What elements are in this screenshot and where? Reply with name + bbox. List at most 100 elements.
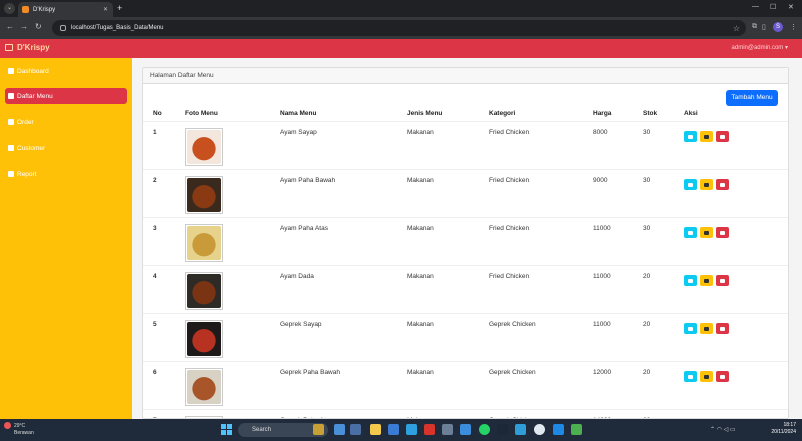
vscode-icon[interactable] xyxy=(553,424,564,435)
whatsapp-icon[interactable] xyxy=(479,424,490,435)
col-header-foto: Foto Menu xyxy=(185,110,218,117)
explorer-icon[interactable] xyxy=(350,424,361,435)
delete-button[interactable] xyxy=(716,275,729,286)
address-bar[interactable]: localhost/Tugas_Basis_Data/Menu ☆ xyxy=(52,20,746,36)
view-button[interactable] xyxy=(684,227,697,238)
edge-icon[interactable] xyxy=(406,424,417,435)
delete-button[interactable] xyxy=(716,131,729,142)
edit-button[interactable] xyxy=(700,179,713,190)
delete-button[interactable] xyxy=(716,371,729,382)
profile-avatar[interactable]: S xyxy=(773,22,783,32)
sidebar-item-customer[interactable]: Customer xyxy=(5,140,127,156)
clock[interactable]: 18:17 20/11/2024 xyxy=(758,422,796,436)
delete-button[interactable] xyxy=(716,179,729,190)
food-image xyxy=(187,322,221,356)
sidebar-item-report[interactable]: Report xyxy=(5,166,127,182)
user-dropdown[interactable]: admin@admin.com ▾ xyxy=(732,44,788,51)
file-manager-icon[interactable] xyxy=(370,424,381,435)
maximize-icon[interactable]: ☐ xyxy=(770,3,776,11)
favicon-icon xyxy=(22,6,29,13)
camera-icon[interactable] xyxy=(442,424,453,435)
user-email: admin@admin.com xyxy=(731,45,784,51)
menu-name: Geprek Sayap xyxy=(280,321,322,328)
eye-icon xyxy=(688,182,693,187)
chrome-icon[interactable] xyxy=(534,424,545,435)
task-view-icon[interactable] xyxy=(334,424,345,435)
windows-start-icon[interactable] xyxy=(221,424,232,435)
view-button[interactable] xyxy=(684,131,697,142)
menu-price: 8000 xyxy=(593,129,608,136)
weather-icon xyxy=(4,422,11,429)
tab-title: D'Krispy xyxy=(33,6,56,13)
app-green-icon[interactable] xyxy=(571,424,582,435)
menu-price: 11000 xyxy=(593,273,611,280)
window-close-icon[interactable]: ✕ xyxy=(788,3,794,11)
tab-search-icon[interactable]: ⌄ xyxy=(4,3,15,14)
sidepanel-icon[interactable]: ▯ xyxy=(762,23,766,31)
steam-icon[interactable] xyxy=(497,424,508,435)
browser-toolbar: ← → ↻ localhost/Tugas_Basis_Data/Menu ☆ … xyxy=(0,17,802,39)
app-header: D'Krispy admin@admin.com ▾ xyxy=(0,39,802,58)
view-button[interactable] xyxy=(684,371,697,382)
forward-icon[interactable]: → xyxy=(20,22,28,31)
col-header-stok: Stok xyxy=(643,110,658,117)
sidebar-item-order[interactable]: Order xyxy=(5,114,127,130)
menu-stock: 30 xyxy=(643,225,651,232)
view-button[interactable] xyxy=(684,179,697,190)
menu-photo xyxy=(185,368,223,406)
bookmark-star-icon[interactable]: ☆ xyxy=(733,24,740,33)
edit-button[interactable] xyxy=(700,323,713,334)
close-tab-icon[interactable]: ✕ xyxy=(103,6,108,13)
table-row: 6 Geprek Paha Bawah Makanan Geprek Chicken 1… xyxy=(143,361,788,409)
site-info-icon[interactable] xyxy=(60,25,66,31)
back-icon[interactable]: ← xyxy=(6,22,14,31)
table-row: 4 Ayam Dada Makanan Fried Chicken 11000 20 xyxy=(143,265,788,313)
col-header-kategori: Kategori xyxy=(489,110,516,117)
edit-button[interactable] xyxy=(700,227,713,238)
view-button[interactable] xyxy=(684,275,697,286)
menu-name: Geprek Paha Bawah xyxy=(280,369,340,376)
wifi-icon[interactable]: ◠ xyxy=(717,427,722,433)
mail-icon[interactable] xyxy=(388,424,399,435)
table-row: 3 Ayam Paha Atas Makanan Fried Chicken 11000… xyxy=(143,217,788,265)
widget-pack-icon[interactable] xyxy=(313,424,324,435)
chevron-up-icon[interactable]: ⌃ xyxy=(710,427,715,433)
add-menu-button[interactable]: Tambah Menu xyxy=(726,90,778,106)
view-button[interactable] xyxy=(684,323,697,334)
edit-button[interactable] xyxy=(700,371,713,382)
delete-button[interactable] xyxy=(716,227,729,238)
reload-icon[interactable]: ↻ xyxy=(35,22,42,31)
new-tab-icon[interactable]: + xyxy=(117,3,122,13)
menu-name: Ayam Dada xyxy=(280,273,314,280)
menu-type: Makanan xyxy=(407,177,434,184)
report-icon xyxy=(8,171,14,177)
brand[interactable]: D'Krispy xyxy=(5,43,50,52)
sidebar-item-label: Report xyxy=(17,170,37,178)
extensions-icon[interactable]: ⧉ xyxy=(752,23,757,31)
sidebar-item-daftar-menu[interactable]: Daftar Menu xyxy=(5,88,127,104)
menu-stock: 20 xyxy=(643,369,651,376)
col-header-no: No xyxy=(153,110,162,117)
sidebar-item-dashboard[interactable]: Dashboard xyxy=(5,63,127,79)
edit-button[interactable] xyxy=(700,275,713,286)
volume-icon[interactable]: ◁ xyxy=(724,427,729,433)
menu-name: Ayam Sayap xyxy=(280,129,317,136)
battery-icon[interactable]: ▭ xyxy=(730,427,736,433)
delete-button[interactable] xyxy=(716,323,729,334)
system-tray[interactable]: ⌃ ◠ ◁ ▭ xyxy=(710,426,736,433)
weather-widget[interactable]: 29°C Berawan xyxy=(4,422,34,437)
no: 3 xyxy=(153,225,157,232)
app-teal-icon[interactable] xyxy=(515,424,526,435)
minimize-icon[interactable]: — xyxy=(752,3,759,10)
menu-photo xyxy=(185,224,223,262)
edit-button[interactable] xyxy=(700,131,713,142)
trash-icon xyxy=(720,278,725,283)
weather-temp: 29°C xyxy=(14,422,26,429)
food-image xyxy=(187,130,221,164)
app-red-icon[interactable] xyxy=(424,424,435,435)
eye-icon xyxy=(688,326,693,331)
sidebar-item-label: Customer xyxy=(17,144,46,152)
browser-tab[interactable]: D'Krispy ✕ xyxy=(18,2,113,17)
app-blue-icon[interactable] xyxy=(460,424,471,435)
browser-menu-icon[interactable]: ⋮ xyxy=(790,23,797,31)
